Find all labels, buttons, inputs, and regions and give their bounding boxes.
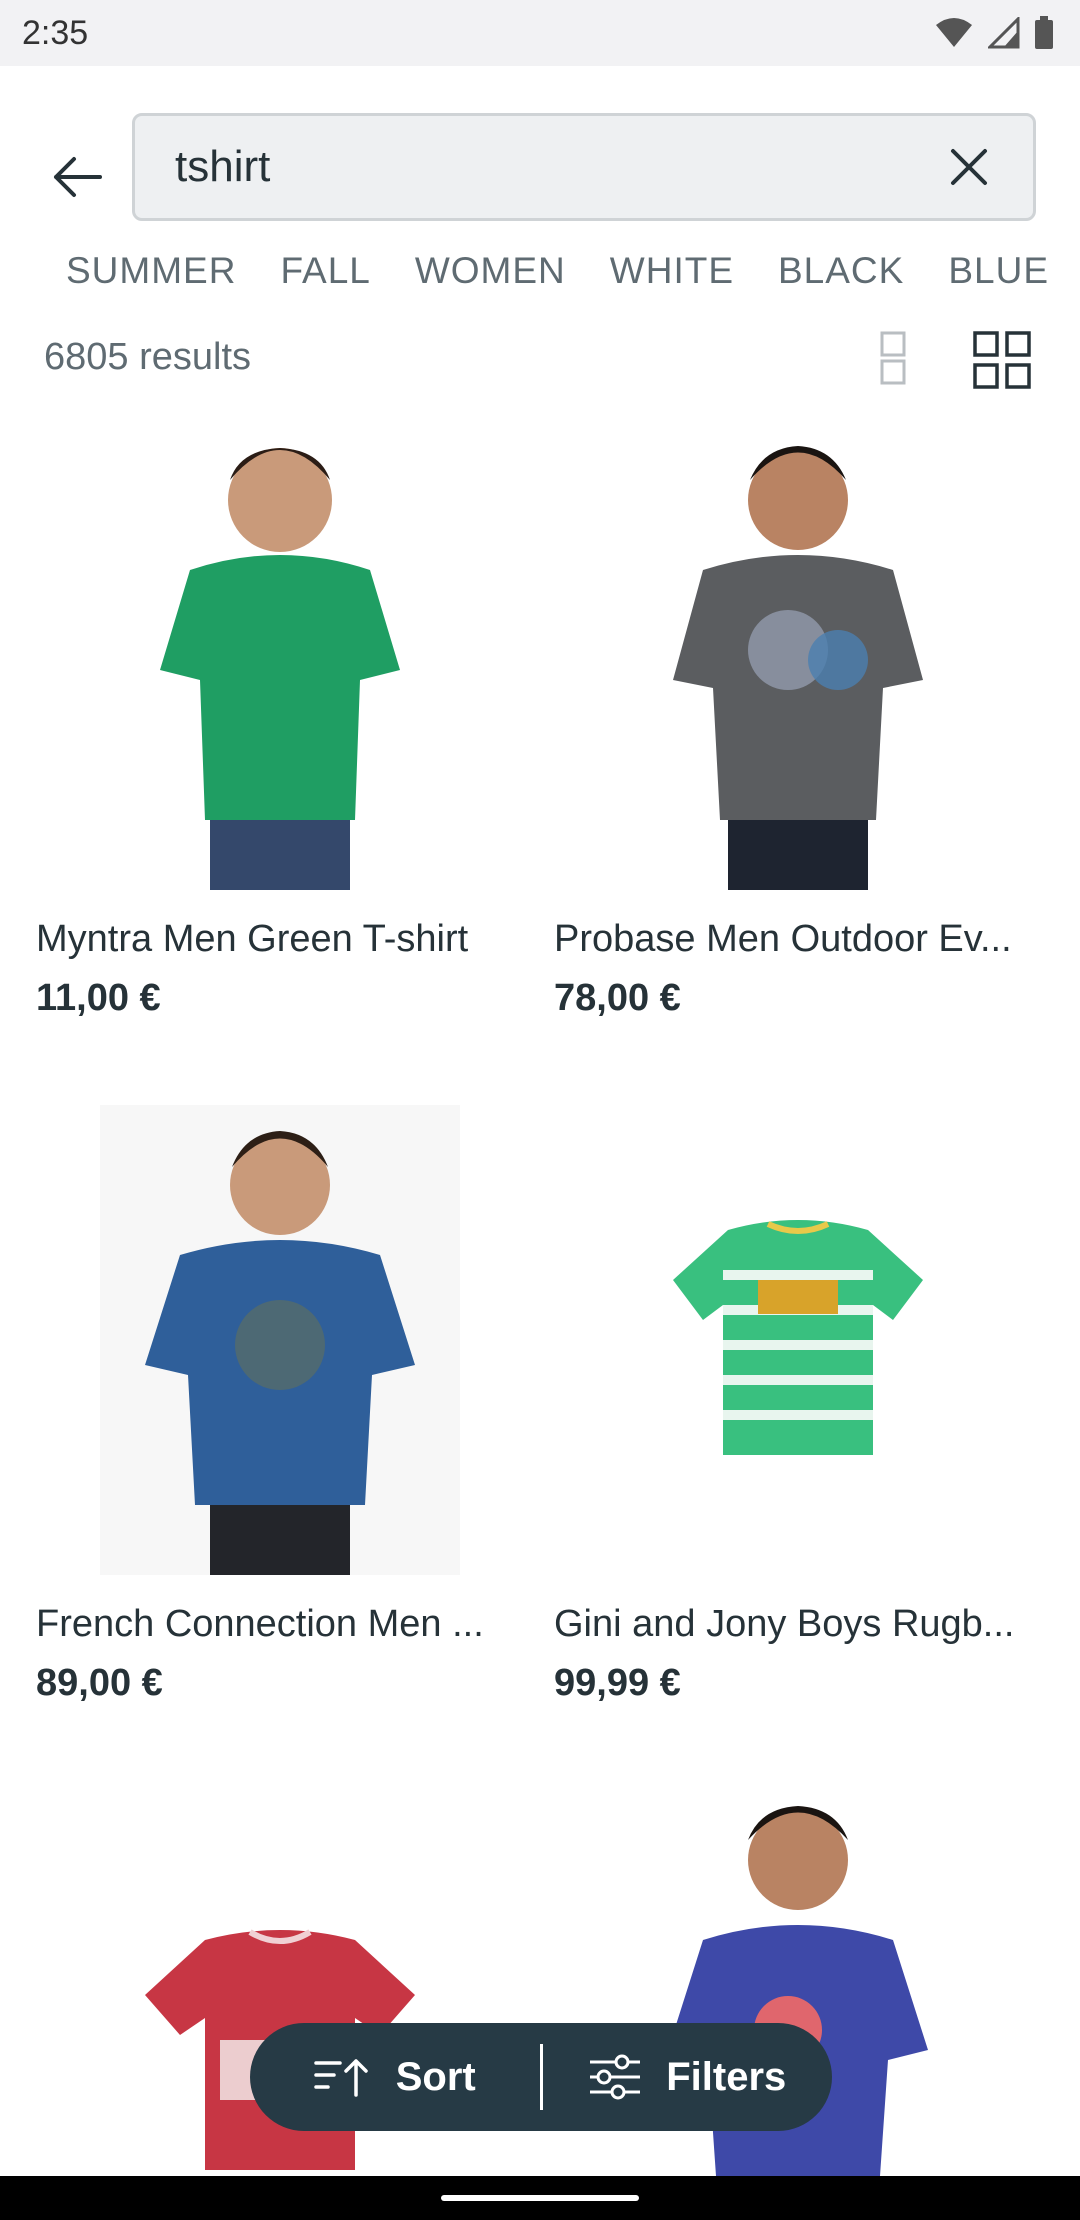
tag-blue[interactable]: BLUE — [948, 250, 1049, 310]
filters-button[interactable]: Filters — [543, 2023, 833, 2131]
search-input[interactable] — [175, 142, 939, 192]
search-header — [0, 66, 1080, 236]
home-gesture-handle[interactable] — [441, 2195, 639, 2201]
status-bar: 2:35 — [0, 0, 1080, 66]
shirt-shape — [160, 555, 400, 820]
results-toolbar: 6805 results — [0, 330, 1080, 390]
arrow-left-icon — [54, 157, 102, 197]
system-nav-bar — [0, 2176, 1080, 2220]
product-photo-icon — [160, 448, 400, 890]
tag-summer[interactable]: SUMMER — [66, 250, 236, 310]
sort-icon — [314, 2059, 368, 2097]
filter-sliders-icon — [590, 2054, 641, 2100]
tag-list: SUMMER FALL WOMEN WHITE BLACK BLUE — [0, 250, 1080, 310]
product-card[interactable]: French Connection Men ... 89,00 € — [30, 1105, 530, 1705]
list-view-icon — [880, 331, 906, 385]
product-photo-icon — [673, 446, 923, 890]
results-count: 6805 results — [44, 336, 252, 378]
product-image[interactable] — [548, 420, 1048, 890]
product-price: 99,99 € — [554, 1662, 681, 1704]
battery-icon — [1035, 16, 1053, 49]
cellular-signal-icon — [988, 17, 1020, 49]
product-photo-icon — [673, 1220, 923, 1455]
product-name: Probase Men Outdoor Ev... — [554, 918, 1012, 960]
grid-view-button[interactable] — [972, 330, 1032, 395]
tag-fall[interactable]: FALL — [280, 250, 370, 310]
product-image[interactable] — [30, 1105, 530, 1575]
single-column-view-button[interactable] — [878, 330, 908, 391]
sort-button[interactable]: Sort — [250, 2023, 540, 2131]
product-name: Myntra Men Green T-shirt — [36, 918, 469, 960]
back-button[interactable] — [42, 142, 112, 212]
status-icons — [934, 16, 1054, 50]
wifi-icon — [936, 18, 972, 47]
filters-label: Filters — [666, 2054, 787, 2099]
clear-search-button[interactable] — [939, 137, 999, 197]
status-time: 2:35 — [22, 13, 89, 52]
product-price: 78,00 € — [554, 977, 681, 1019]
search-field[interactable] — [132, 113, 1036, 221]
tag-women[interactable]: WOMEN — [415, 250, 566, 310]
product-price: 11,00 € — [36, 977, 161, 1019]
tag-black[interactable]: BLACK — [778, 250, 904, 310]
product-price: 89,00 € — [36, 1662, 163, 1704]
product-image[interactable] — [548, 1105, 1048, 1575]
product-card[interactable]: Gini and Jony Boys Rugb... 99,99 € — [548, 1105, 1048, 1705]
product-card[interactable]: Probase Men Outdoor Ev... 78,00 € — [548, 420, 1048, 1020]
product-photo-icon — [100, 1105, 460, 1575]
grid-view-icon — [973, 331, 1031, 389]
product-name: Gini and Jony Boys Rugb... — [554, 1603, 1015, 1645]
sort-label: Sort — [395, 2054, 476, 2099]
product-card[interactable]: Myntra Men Green T-shirt 11,00 € — [30, 420, 530, 1020]
product-name: French Connection Men ... — [36, 1603, 484, 1645]
product-image[interactable] — [30, 420, 530, 890]
close-icon — [951, 149, 987, 185]
sort-filter-bar: Sort Filters — [250, 2023, 832, 2131]
tag-white[interactable]: WHITE — [610, 250, 734, 310]
